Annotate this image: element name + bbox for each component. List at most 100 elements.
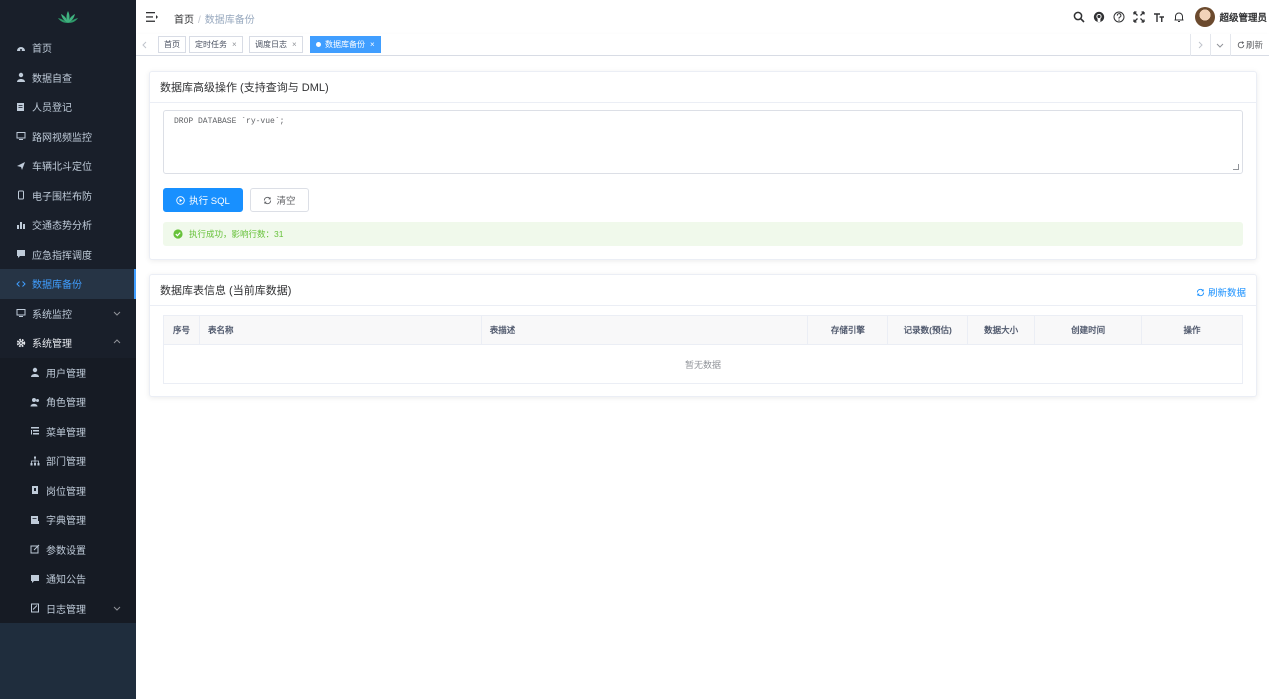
tags-actions: 刷新 — [1189, 34, 1269, 56]
breadcrumb-separator: / — [198, 15, 201, 26]
font-size-icon[interactable] — [1153, 11, 1165, 23]
tags-refresh-button[interactable]: 刷新 — [1229, 34, 1269, 56]
tags-scroll-right[interactable] — [1189, 34, 1210, 56]
col-index: 序号 — [163, 315, 200, 345]
sidebar-item-dept-manage[interactable]: 部门管理 — [0, 446, 136, 476]
sidebar-item-video-monitor[interactable]: 路网视频监控 — [0, 122, 136, 152]
sidebar-item-system-manage[interactable]: 系统管理 — [0, 328, 136, 358]
chevron-down-icon — [113, 606, 121, 611]
active-dot-icon — [316, 42, 321, 47]
resize-handle-icon[interactable] — [1233, 164, 1239, 170]
success-check-icon — [173, 229, 183, 239]
tag-home[interactable]: 首页 — [158, 36, 186, 53]
clear-button[interactable]: 清空 — [250, 188, 309, 212]
sidebar-item-post-manage[interactable]: 岗位管理 — [0, 475, 136, 505]
sidebar-item-label: 角色管理 — [46, 398, 86, 410]
tags-dropdown[interactable] — [1209, 34, 1230, 56]
sidebar-item-label: 系统管理 — [32, 339, 72, 351]
col-data-size: 数据大小 — [967, 315, 1036, 345]
sidebar-item-geofence[interactable]: 电子围栏布防 — [0, 181, 136, 211]
play-circle-icon — [176, 195, 185, 205]
chevron-down-icon — [113, 311, 121, 316]
tags-scroll-left[interactable] — [136, 34, 154, 56]
tag-close-icon[interactable]: × — [292, 40, 297, 49]
sidebar-item-db-backup[interactable]: 数据库备份 — [0, 269, 136, 299]
sidebar-item-label: 字典管理 — [46, 516, 86, 528]
sidebar-item-role-manage[interactable]: 角色管理 — [0, 387, 136, 417]
monitor-icon — [16, 308, 26, 318]
sidebar: 首页 数据自查 人员登记 路网视频监控 车辆北斗定位 电子围栏布防 交通态势分析 — [0, 0, 136, 699]
chevron-right-icon — [1199, 41, 1204, 49]
dict-icon — [30, 515, 40, 525]
sidebar-item-system-monitor[interactable]: 系统监控 — [0, 299, 136, 329]
chevron-up-icon — [113, 339, 121, 344]
search-icon[interactable] — [1073, 11, 1086, 23]
sidebar-item-label: 首页 — [32, 44, 52, 56]
sidebar-item-label: 用户管理 — [46, 368, 86, 380]
sidebar-item-config[interactable]: 参数设置 — [0, 534, 136, 564]
tag-close-icon[interactable]: × — [370, 40, 375, 49]
refresh-data-label: 刷新数据 — [1207, 288, 1246, 299]
username[interactable]: 超级管理员 — [1219, 10, 1267, 24]
sidebar-item-emergency-dispatch[interactable]: 应急指挥调度 — [0, 240, 136, 270]
sidebar-item-notice[interactable]: 通知公告 — [0, 564, 136, 594]
refresh-icon — [264, 196, 272, 204]
sidebar-item-label: 菜单管理 — [46, 427, 86, 439]
sidebar-item-home[interactable]: 首页 — [0, 33, 136, 63]
tag-label: 首页 — [164, 40, 180, 49]
fullscreen-icon[interactable] — [1133, 11, 1146, 23]
execute-sql-label: 执行 SQL — [189, 196, 230, 207]
breadcrumb: 首页 / 数据库备份 — [174, 11, 255, 26]
sidebar-item-user-manage[interactable]: 用户管理 — [0, 357, 136, 387]
sql-card: 数据库高级操作 (支持查询与 DML) DROP DATABASE `ry-vu… — [149, 71, 1257, 260]
breadcrumb-home[interactable]: 首页 — [174, 15, 194, 26]
sidebar-item-traffic-analysis[interactable]: 交通态势分析 — [0, 210, 136, 240]
message-icon — [30, 574, 40, 584]
sidebar-item-vehicle-location[interactable]: 车辆北斗定位 — [0, 151, 136, 181]
sidebar-item-log-manage[interactable]: 日志管理 — [0, 593, 136, 623]
sidebar-item-data-check[interactable]: 数据自查 — [0, 63, 136, 93]
edit-icon — [30, 544, 40, 554]
question-icon[interactable] — [1113, 11, 1125, 23]
sidebar-item-label: 数据库备份 — [32, 280, 82, 292]
sql-card-title: 数据库高级操作 (支持查询与 DML) — [150, 72, 1256, 103]
execute-sql-button[interactable]: 执行 SQL — [163, 188, 243, 212]
sql-input[interactable]: DROP DATABASE `ry-vue`; — [163, 110, 1243, 174]
col-create-time: 创建时间 — [1034, 315, 1143, 345]
result-message: 执行成功，影响行数：31 — [189, 229, 284, 239]
log-icon — [30, 603, 40, 613]
bell-icon[interactable] — [1173, 11, 1185, 23]
avatar[interactable] — [1195, 7, 1216, 27]
sidebar-item-label: 日志管理 — [46, 604, 86, 616]
sidebar-item-label: 数据自查 — [32, 73, 72, 85]
chevron-down-icon — [1217, 43, 1224, 48]
logo[interactable] — [0, 0, 136, 33]
tag-label: 定时任务 — [195, 40, 227, 49]
sidebar-item-dict-manage[interactable]: 字典管理 — [0, 505, 136, 535]
tags-view: 首页 定时任务 × 调度日志 × 数据库备份 × 刷新 — [136, 34, 1269, 56]
tag-schedule-log[interactable]: 调度日志 × — [249, 36, 303, 53]
sidebar-item-menu-manage[interactable]: 菜单管理 — [0, 416, 136, 446]
tags-refresh-label: 刷新 — [1245, 40, 1263, 50]
col-actions: 操作 — [1141, 315, 1243, 345]
code-icon — [16, 279, 26, 289]
phone-icon — [16, 190, 26, 200]
refresh-data-button[interactable]: 刷新数据 — [1196, 285, 1246, 299]
tag-label: 数据库备份 — [325, 40, 365, 49]
sidebar-item-label: 部门管理 — [46, 457, 86, 469]
tag-db-backup[interactable]: 数据库备份 × — [310, 36, 381, 53]
main-content: 数据库高级操作 (支持查询与 DML) DROP DATABASE `ry-vu… — [136, 56, 1269, 699]
sidebar-item-registration[interactable]: 人员登记 — [0, 92, 136, 122]
table-header-row: 序号 表名称 表描述 存储引擎 记录数(预估) 数据大小 创建时间 操作 — [163, 315, 1243, 345]
monitor-icon — [16, 131, 26, 141]
send-icon — [16, 161, 26, 171]
sidebar-item-label: 岗位管理 — [46, 486, 86, 498]
hamburger-icon[interactable] — [146, 11, 158, 23]
sidebar-item-label: 路网视频监控 — [32, 132, 92, 144]
tag-close-icon[interactable]: × — [232, 40, 237, 49]
github-icon[interactable] — [1093, 11, 1105, 23]
tag-scheduled-task[interactable]: 定时任务 × — [189, 36, 243, 53]
chart-icon — [16, 220, 26, 230]
tables-table: 序号 表名称 表描述 存储引擎 记录数(预估) 数据大小 创建时间 操作 暂无数… — [163, 315, 1243, 384]
tree-table-icon — [30, 426, 40, 436]
